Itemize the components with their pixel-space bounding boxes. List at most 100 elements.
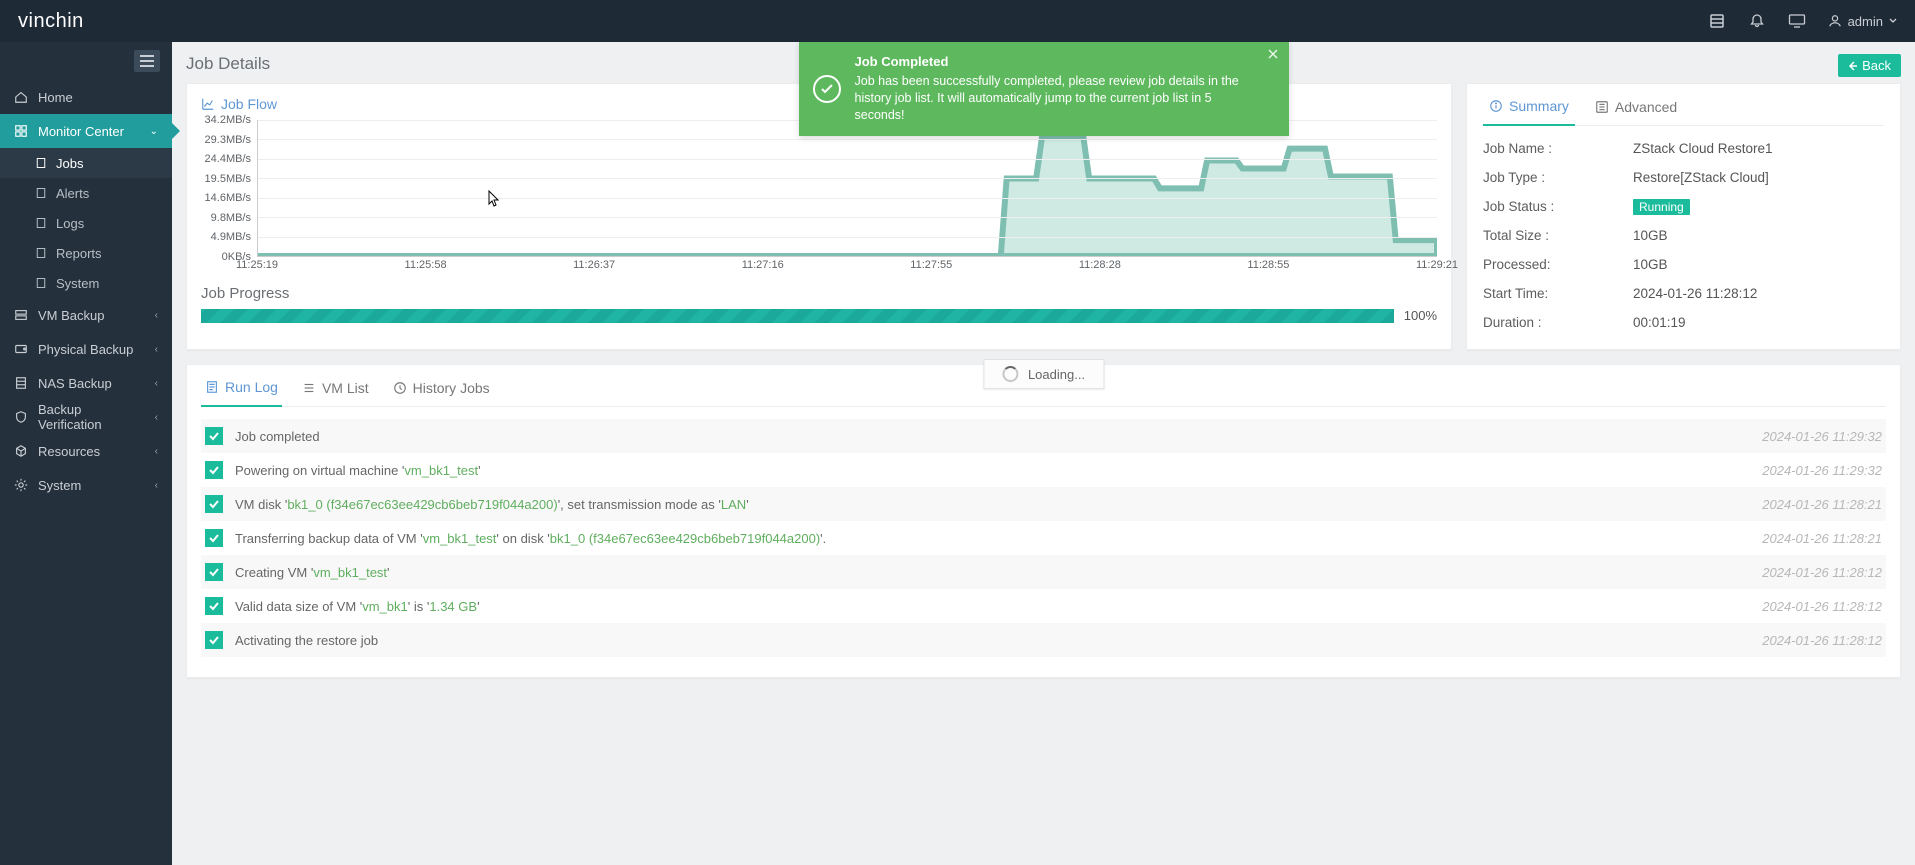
tab-run-log[interactable]: Run Log	[201, 373, 282, 407]
log-timestamp: 2024-01-26 11:28:21	[1762, 497, 1882, 512]
status-badge: Running	[1633, 199, 1690, 215]
chevron-left-icon: ‹	[155, 310, 158, 321]
summary-value: Restore[ZStack Cloud]	[1633, 170, 1769, 185]
x-tick: 11:25:58	[405, 259, 447, 271]
loading-label: Loading...	[1028, 367, 1085, 382]
check-icon	[205, 495, 223, 513]
close-icon[interactable]	[1267, 48, 1279, 60]
nav-home-label: Home	[38, 90, 73, 105]
nav-vm-backup[interactable]: VM Backup ‹	[0, 298, 172, 332]
summary-panel: Summary Advanced Job Name :ZStack Cloud …	[1466, 83, 1901, 350]
nav-nas-backup[interactable]: NAS Backup ‹	[0, 366, 172, 400]
sidebar-sub-system[interactable]: System	[0, 268, 172, 298]
nav-monitor-center[interactable]: Monitor Center ⌄	[0, 114, 172, 148]
check-icon	[205, 563, 223, 581]
sidebar-toggle[interactable]	[134, 50, 160, 72]
job-flow-chart: 34.2MB/s29.3MB/s24.4MB/s19.5MB/s14.6MB/s…	[207, 120, 1437, 275]
x-tick: 11:27:55	[910, 259, 952, 271]
nav-resources[interactable]: Resources ‹	[0, 434, 172, 468]
list-icon	[302, 381, 316, 395]
check-icon	[205, 631, 223, 649]
nav-physical-backup[interactable]: Physical Backup ‹	[0, 332, 172, 366]
summary-value: 2024-01-26 11:28:12	[1633, 286, 1757, 301]
page-title: Job Details	[186, 54, 270, 74]
log-row: Job completed2024-01-26 11:29:32	[201, 419, 1886, 453]
sidebar-sub-logs[interactable]: Logs	[0, 208, 172, 238]
sidebar-sub-reports[interactable]: Reports	[0, 238, 172, 268]
sidebar-sub-alerts[interactable]: Alerts	[0, 178, 172, 208]
back-label: Back	[1862, 58, 1891, 73]
log-message: VM disk 'bk1_0 (f34e67ec63ee429cb6beb719…	[235, 497, 1750, 512]
tab-history-jobs[interactable]: History Jobs	[389, 373, 494, 406]
log-timestamp: 2024-01-26 11:28:21	[1762, 531, 1882, 546]
nas-icon	[14, 376, 28, 390]
server-icon	[14, 308, 28, 322]
doc-icon	[34, 186, 48, 200]
summary-key: Job Status :	[1483, 199, 1633, 214]
log-row: Powering on virtual machine 'vm_bk1_test…	[201, 453, 1886, 487]
log-message: Transferring backup data of VM 'vm_bk1_t…	[235, 531, 1750, 546]
monitor-icon[interactable]	[1788, 12, 1806, 30]
log-message: Valid data size of VM 'vm_bk1' is '1.34 …	[235, 599, 1750, 614]
sliders-icon	[1595, 100, 1609, 114]
doc-icon	[34, 156, 48, 170]
log-row: VM disk 'bk1_0 (f34e67ec63ee429cb6beb719…	[201, 487, 1886, 521]
nav-vm-label: VM Backup	[38, 308, 104, 323]
nav-home[interactable]: Home	[0, 80, 172, 114]
chart-icon	[201, 97, 215, 111]
list-icon[interactable]	[1708, 12, 1726, 30]
cube-icon	[14, 444, 28, 458]
x-tick: 11:29:21	[1416, 259, 1458, 271]
nav-resources-label: Resources	[38, 444, 100, 459]
chevron-left-icon: ‹	[155, 378, 158, 389]
log-row: Valid data size of VM 'vm_bk1' is '1.34 …	[201, 589, 1886, 623]
nav-verify-label: Backup Verification	[38, 402, 145, 432]
chevron-left-icon: ‹	[155, 446, 158, 457]
doc-icon	[34, 276, 48, 290]
sub-label: System	[56, 276, 99, 291]
toast-body: Job has been successfully completed, ple…	[855, 73, 1249, 124]
info-icon	[1489, 99, 1503, 113]
nav-backup-verification[interactable]: Backup Verification ‹	[0, 400, 172, 434]
gear-icon	[14, 478, 28, 492]
arrow-left-icon	[1848, 61, 1858, 71]
dashboard-icon	[14, 124, 28, 138]
sub-label: Alerts	[56, 186, 89, 201]
log-timestamp: 2024-01-26 11:28:12	[1762, 565, 1882, 580]
main-content: Job Details Back Job Completed Job has b…	[172, 42, 1915, 865]
y-tick: 19.5MB/s	[205, 173, 251, 185]
sidebar-sub-jobs[interactable]: Jobs	[0, 148, 172, 178]
log-row: Activating the restore job2024-01-26 11:…	[201, 623, 1886, 657]
progress-percent: 100%	[1404, 308, 1437, 323]
summary-key: Duration :	[1483, 315, 1633, 330]
log-message: Creating VM 'vm_bk1_test'	[235, 565, 1750, 580]
log-row: Creating VM 'vm_bk1_test' 2024-01-26 11:2…	[201, 555, 1886, 589]
back-button[interactable]: Back	[1838, 54, 1901, 77]
log-message: Powering on virtual machine 'vm_bk1_test…	[235, 463, 1750, 478]
sub-label: Jobs	[56, 156, 83, 171]
y-tick: 29.3MB/s	[205, 134, 251, 146]
x-tick: 11:28:28	[1079, 259, 1121, 271]
nav-physical-label: Physical Backup	[38, 342, 133, 357]
progress-bar	[201, 309, 1394, 323]
chevron-left-icon: ‹	[155, 412, 158, 423]
hdd-icon	[14, 342, 28, 356]
tab-advanced[interactable]: Advanced	[1589, 90, 1683, 125]
chevron-left-icon: ‹	[155, 480, 158, 491]
tab-summary[interactable]: Summary	[1483, 90, 1575, 126]
check-icon	[205, 529, 223, 547]
job-progress-label: Job Progress	[201, 285, 1437, 302]
chevron-down-icon	[1889, 17, 1897, 25]
doc-icon	[34, 246, 48, 260]
tab-vm-list[interactable]: VM List	[298, 373, 373, 406]
bell-icon[interactable]	[1748, 12, 1766, 30]
check-icon	[205, 427, 223, 445]
log-message: Activating the restore job	[235, 633, 1750, 648]
user-menu[interactable]: admin	[1828, 14, 1897, 29]
summary-value: 10GB	[1633, 228, 1668, 243]
doc-icon	[34, 216, 48, 230]
toast-title: Job Completed	[855, 54, 1249, 69]
loading-indicator: Loading...	[983, 359, 1104, 389]
user-icon	[1828, 14, 1842, 28]
nav-system[interactable]: System ‹	[0, 468, 172, 502]
